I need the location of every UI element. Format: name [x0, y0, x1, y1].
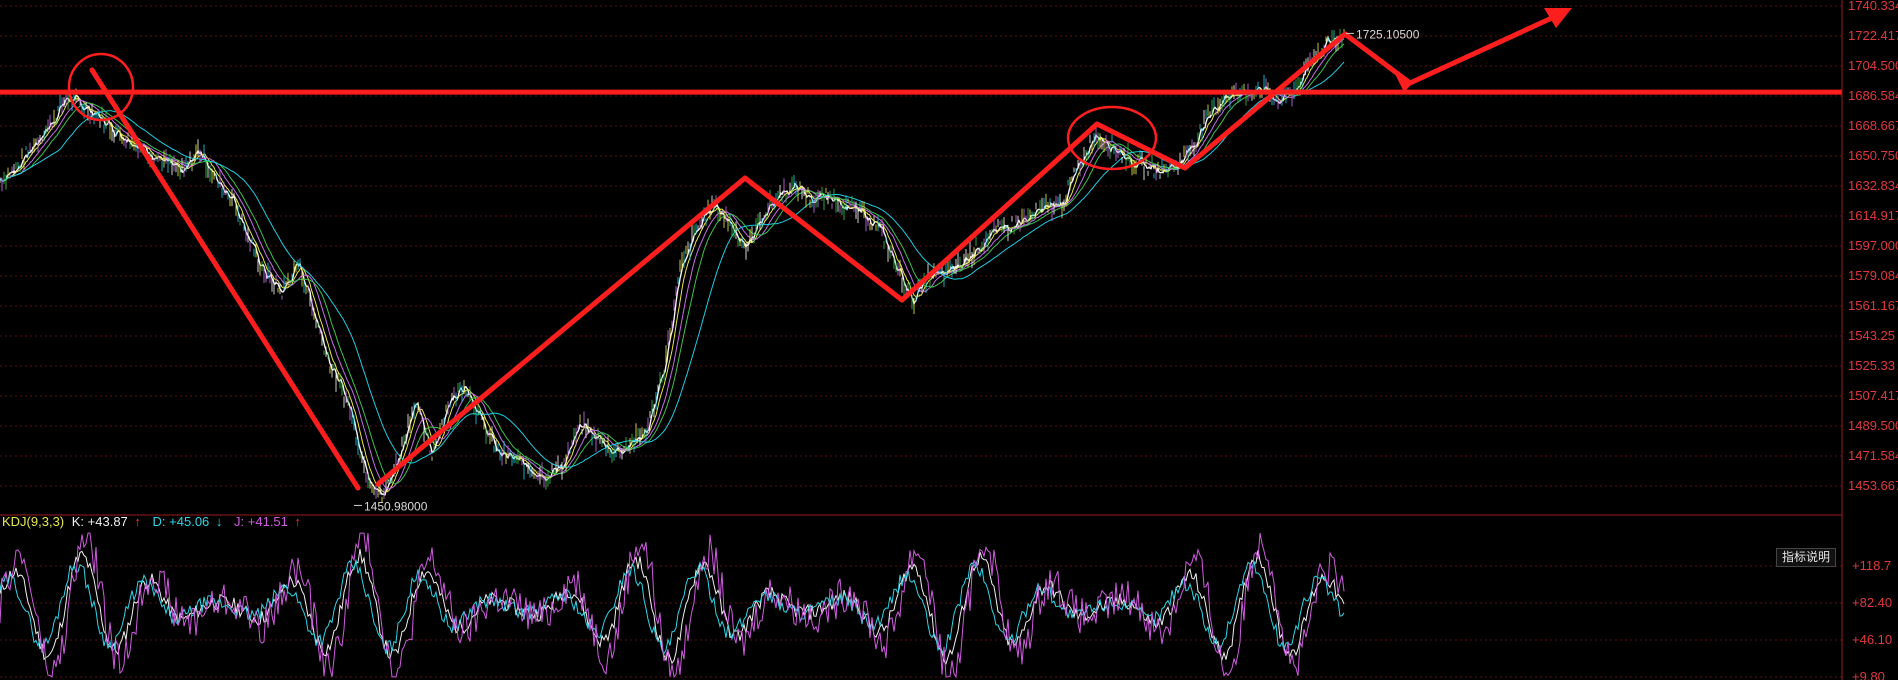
svg-text:KDJ(9,3,3) K: +43.87 ↑: KDJ(9,3,3) K: +43.87 ↑ D: +45.06 ↓ J: +4…	[2, 514, 301, 529]
price-tick-label: 1471.584	[1848, 448, 1898, 463]
price-tick-label: 1507.4175	[1848, 388, 1898, 403]
price-tick-label: 1597.000	[1848, 238, 1898, 253]
kdj-tick-label: +118.7	[1852, 558, 1891, 573]
ma-line-20	[0, 38, 1345, 490]
price-tick-label: 1561.1675	[1848, 298, 1898, 313]
kdj-tick-label: +82.40	[1852, 595, 1892, 610]
kdj-j-value: J: +41.51	[234, 514, 288, 529]
ma-line-10	[0, 36, 1345, 493]
trend-arrow-up-4	[1407, 9, 1568, 86]
ma-line-60	[0, 61, 1345, 468]
price-tick-label: 1489.500	[1848, 418, 1898, 433]
kdj-tick-label: +9.80	[1852, 669, 1885, 680]
price-tick-label: 1686.584	[1848, 88, 1898, 103]
price-tick-label: 1579.084	[1848, 268, 1898, 283]
trend-annotations: 1450.98000 1725.10500	[0, 8, 1842, 513]
price-tick-label: 1543.25	[1848, 328, 1895, 343]
indicator-explain-button[interactable]: 指标说明	[1776, 548, 1836, 567]
price-tick-label: 1668.6675	[1848, 118, 1898, 133]
kdj-lines	[0, 532, 1345, 679]
low-price-label: 1450.98000	[364, 499, 428, 513]
trend-arrow-up-1	[375, 175, 748, 487]
kdj-name: KDJ(9,3,3)	[2, 514, 64, 529]
price-tick-label: 1632.834	[1848, 178, 1898, 193]
kdj-k-arrow: ↑	[134, 514, 141, 529]
trend-arrow-up-3	[1182, 31, 1348, 171]
stock-chart: 1450.980001725.10500 1740.3341722.417517…	[0, 0, 1898, 680]
kdj-axis: +118.7 +82.40 +46.10 +9.80	[1852, 558, 1892, 680]
price-tick-label: 1722.4175	[1848, 28, 1898, 43]
price-tick-label: 1650.7508	[1848, 148, 1898, 163]
kdj-k-value: K: +43.87	[72, 514, 128, 529]
kdj-line-j	[0, 532, 1345, 679]
kdj-d-value: D: +45.06	[153, 514, 210, 529]
kdj-j-arrow: ↑	[295, 514, 302, 529]
price-tick-label: 1704.500	[1848, 58, 1898, 73]
candlestick-series	[0, 29, 1345, 503]
high-price-label: 1725.10500	[1356, 27, 1420, 41]
price-axis: 1740.334 1722.4175 1704.500 1686.584 1668.66…	[1848, 0, 1898, 493]
price-tick-label: 1740.334	[1848, 0, 1898, 13]
kdj-d-arrow: ↓	[216, 514, 223, 529]
trend-arrow-down-1	[89, 67, 361, 491]
trend-arrow-up-2	[899, 121, 1100, 303]
price-grid	[0, 5, 1842, 487]
kdj-tick-label: +46.10	[1852, 632, 1892, 647]
price-tick-label: 1525.33	[1848, 358, 1895, 373]
price-tick-label: 1614.9175	[1848, 208, 1898, 223]
price-tick-label: 1453.6675	[1848, 478, 1898, 493]
